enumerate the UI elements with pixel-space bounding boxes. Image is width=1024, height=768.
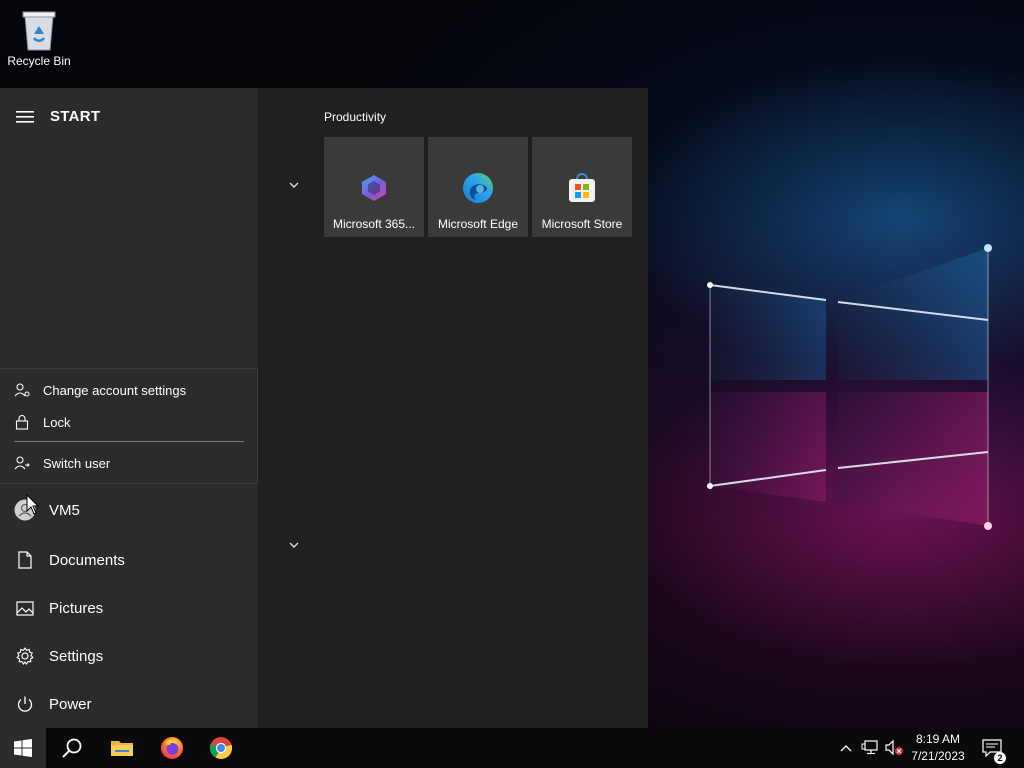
chevron-down-icon[interactable] (287, 540, 301, 550)
account-flyout: Change account settings Lock Switch user (0, 368, 258, 484)
search-icon (62, 738, 82, 758)
nav-item-label: Documents (49, 551, 125, 569)
chevron-up-icon (840, 745, 852, 752)
show-hidden-icons-button[interactable] (836, 738, 856, 758)
start-header: START (16, 108, 100, 125)
desktop-icon-label: Recycle Bin (7, 54, 71, 68)
edge-icon (461, 171, 495, 205)
nav-item-settings[interactable]: Settings (14, 645, 103, 667)
nav-item-documents[interactable]: Documents (14, 549, 125, 571)
microsoft-365-icon (357, 171, 391, 205)
tile-label: Microsoft 365... (332, 217, 416, 231)
tile-group-label[interactable]: Productivity (324, 110, 386, 124)
document-icon (14, 549, 36, 571)
tile-microsoft-store[interactable]: Microsoft Store (532, 137, 632, 237)
volume-muted-icon (885, 739, 903, 756)
clock-date: 7/21/2023 (911, 749, 965, 763)
tile-label: Microsoft Store (541, 217, 623, 231)
nav-item-user[interactable]: VM5 (14, 499, 80, 521)
start-button[interactable] (0, 728, 46, 768)
chrome-icon (209, 737, 233, 760)
taskbar: 8:19 AM 7/21/2023 2 (0, 728, 1024, 768)
firefox-button[interactable] (149, 728, 195, 768)
search-button[interactable] (49, 728, 95, 768)
switch-user-item[interactable]: Switch user (14, 455, 110, 471)
firefox-icon (161, 737, 183, 759)
account-item-label: Change account settings (43, 382, 187, 398)
switch-user-icon (14, 455, 30, 471)
desktop-icon-recycle-bin[interactable]: Recycle Bin (4, 6, 74, 76)
pictures-icon (14, 597, 36, 619)
chrome-button[interactable] (198, 728, 244, 768)
notification-count-badge: 2 (994, 752, 1006, 764)
folder-icon (111, 741, 133, 756)
clock[interactable]: 8:19 AM 7/21/2023 (906, 731, 970, 765)
volume-tray-button[interactable] (884, 738, 904, 758)
gear-icon (14, 645, 36, 667)
nav-item-power[interactable]: Power (14, 693, 92, 715)
nav-item-pictures[interactable]: Pictures (14, 597, 103, 619)
tile-microsoft-edge[interactable]: Microsoft Edge (428, 137, 528, 237)
recycle-bin-icon (22, 11, 56, 51)
tile-microsoft-365[interactable]: Microsoft 365... (324, 137, 424, 237)
lock-icon (14, 414, 30, 430)
windows-start-icon (14, 739, 32, 757)
store-icon (565, 171, 599, 205)
lock-item[interactable]: Lock (14, 414, 70, 430)
nav-item-label: VM5 (49, 501, 80, 519)
account-item-label: Lock (43, 414, 71, 430)
desktop: Recycle Bin START VM5 Documents Pictures… (0, 0, 1024, 728)
account-flyout-divider (14, 441, 244, 442)
mouse-cursor-icon (26, 494, 40, 515)
power-icon (14, 693, 36, 715)
nav-item-label: Settings (49, 647, 104, 665)
account-item-label: Switch user (43, 455, 111, 471)
change-account-settings-item[interactable]: Change account settings (14, 382, 186, 398)
nav-item-label: Pictures (49, 599, 104, 617)
hamburger-menu-icon[interactable] (16, 110, 34, 124)
network-tray-button[interactable] (860, 738, 880, 758)
account-settings-icon (14, 382, 30, 398)
wallpaper-windows-logo (707, 244, 992, 530)
clock-time: 8:19 AM (915, 732, 961, 746)
file-explorer-button[interactable] (99, 728, 145, 768)
nav-item-label: Power (49, 695, 92, 713)
tile-label: Microsoft Edge (437, 217, 519, 231)
start-title: START (50, 108, 101, 125)
network-icon (861, 740, 878, 755)
chevron-down-icon[interactable] (287, 180, 301, 190)
